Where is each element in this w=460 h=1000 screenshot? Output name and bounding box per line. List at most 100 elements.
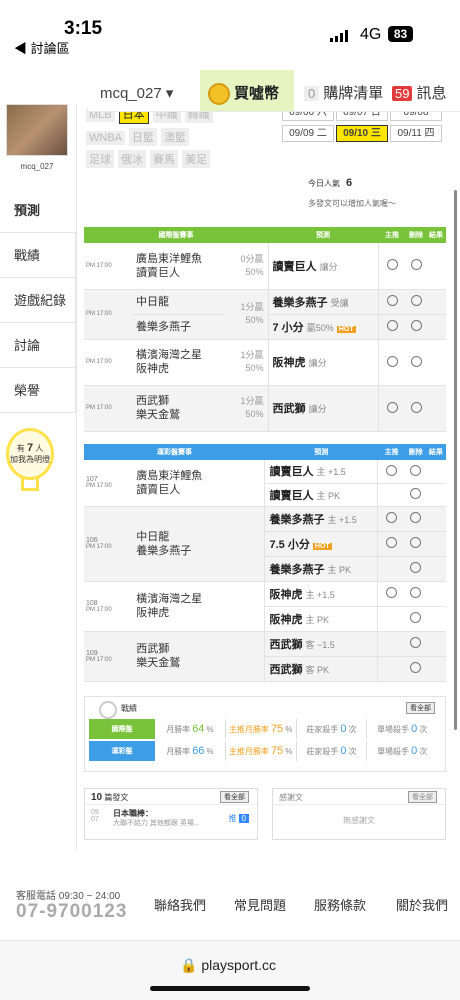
scrollbar[interactable] — [454, 190, 457, 730]
odds: 1分贏 50% — [224, 289, 268, 340]
delete-radio[interactable] — [406, 289, 426, 315]
sidenav-item-honor[interactable]: 榮譽 — [0, 368, 76, 413]
tag-wnba[interactable]: WNBA — [86, 131, 125, 145]
hot-icon: HOT — [312, 542, 332, 550]
url-text: 🔒 playsport.cc — [180, 957, 277, 973]
phone-number[interactable]: 07-9700123 — [16, 901, 127, 923]
delete-radio[interactable] — [406, 243, 426, 290]
main-pick-radio[interactable] — [377, 314, 406, 340]
back-button[interactable]: ◀ 討論區 — [14, 38, 70, 57]
main-pick-radio[interactable] — [377, 506, 406, 532]
game-time: PM 17:00 — [84, 385, 132, 432]
tag-soccer[interactable]: 足球 — [86, 150, 114, 168]
delete-radio[interactable] — [406, 385, 426, 432]
column-header: 預測 — [264, 444, 378, 460]
view-all-button[interactable]: 看全部 — [220, 791, 249, 803]
pick: 養樂多燕子 主 PK — [264, 556, 378, 582]
table-row: PM 17:00 廣島東洋鯉魚 讀賣巨人 0分贏 50% 讀賣巨人 讓分 — [84, 243, 446, 290]
column-header: 結果 — [425, 444, 446, 460]
delete-radio[interactable] — [405, 606, 426, 632]
target-icon — [99, 701, 117, 719]
table-row: PM 17:00 中日龍 1分贏 50% 養樂多燕子 受讓 — [84, 289, 446, 340]
post-item[interactable]: 09 07 日本職棒： 大聯不給力 其他都跟 英場... 推0 — [85, 805, 257, 833]
column-header: 結果 — [426, 227, 446, 243]
popularity-hint: 多發文可以增加人氣喔～ — [308, 199, 396, 208]
lottery-table: 運彩盤賽事 預測 主推 刪除 結果 107 PM 17:00 廣島東洋鯉魚 讀賣巨人… — [84, 444, 446, 682]
pick: 養樂多燕子 受讓 — [267, 289, 378, 315]
lottery-stats-row: 運彩盤 月勝率 66% 主推月勝率 75% 莊家殺手 0 次 單場殺手 0 次 — [89, 741, 437, 761]
view-all-button[interactable]: 看全部 — [406, 702, 435, 714]
delete-radio[interactable] — [405, 531, 426, 557]
game-time: 108 PM 17:00 — [84, 581, 133, 632]
cart-button[interactable]: 0 購牌清單 — [294, 70, 384, 111]
delete-radio[interactable] — [405, 556, 426, 582]
pick: 西武獅 客 PK — [264, 656, 378, 682]
main-pick-radio[interactable] — [377, 243, 406, 290]
pick: 養樂多燕子 主 +1.5 — [264, 506, 378, 532]
table-row: 106 PM 17:00 中日龍 養樂多燕子 養樂多燕子 主 +1.5 — [84, 506, 446, 582]
footer-link-terms[interactable]: 服務條款 — [314, 895, 366, 914]
odds: 1分贏 50% — [224, 339, 268, 386]
result-cell — [426, 243, 446, 290]
posts-panel: 10 篇發文 看全部 09 07 日本職棒： 大聯不給力 其他都跟 英場... 推0 — [84, 788, 258, 840]
game-time: 109 PM 17:00 — [84, 631, 133, 682]
footer-link-contact[interactable]: 聯絡我們 — [154, 895, 206, 914]
delete-radio[interactable] — [405, 581, 426, 607]
table-row: PM 17:00 西武獅 樂天金鷲 1分贏 50% 西武獅 讓分 — [84, 385, 446, 432]
delete-radio[interactable] — [405, 656, 426, 682]
bulb-count: 7 — [26, 442, 34, 454]
main-pick-radio[interactable] — [377, 339, 406, 386]
teams: 橫濱海灣之星 阪神虎 — [132, 581, 265, 632]
sidenav-item-game-log[interactable]: 遊戲紀錄 — [0, 278, 76, 323]
clock: 3:15 — [64, 18, 103, 39]
date-button[interactable]: 09/09 二 — [282, 125, 334, 142]
column-header: 主推 — [378, 227, 406, 243]
delete-radio[interactable] — [405, 460, 426, 484]
lightbulb-badge[interactable]: 有 7 人 加我為明燈 — [6, 428, 54, 491]
delete-radio[interactable] — [405, 483, 426, 507]
message-count: 59 — [392, 86, 413, 101]
tag-khl[interactable]: 俄冰 — [118, 150, 146, 168]
footer-link-about[interactable]: 關於我們 — [396, 895, 448, 914]
tag-jbasket[interactable]: 日籃 — [129, 128, 157, 146]
status-bar: 3:15 ◀ 討論區 4G 83 — [0, 0, 460, 62]
date-button-selected[interactable]: 09/10 三 — [336, 125, 388, 142]
team2: 養樂多燕子 — [132, 314, 224, 340]
date-button[interactable]: 09/11 四 — [390, 125, 442, 142]
buy-coin-button[interactable]: 買噓幣 — [200, 70, 294, 111]
thanks-panel: 感謝文 看全部 無感謝文 — [272, 788, 446, 840]
tag-nfl[interactable]: 美足 — [182, 150, 210, 168]
main-pick-radio[interactable] — [377, 581, 406, 607]
username: mcq_027 — [20, 162, 54, 171]
user-dropdown[interactable]: mcq_027 ▾ — [88, 70, 200, 111]
sidenav-item-discuss[interactable]: 討論 — [0, 323, 76, 368]
pick: 阪神虎 主 PK — [264, 606, 378, 632]
column-header: 刪除 — [405, 444, 426, 460]
message-button[interactable]: 59 訊息 — [384, 70, 460, 111]
delete-radio[interactable] — [405, 631, 426, 657]
url-bar[interactable]: 🔒 playsport.cc — [0, 940, 460, 1000]
intl-stats-row: 國際盤 月勝率 64% 主推月勝率 75% 莊家殺手 0 次 單場殺手 0 次 — [89, 719, 437, 739]
footer-link-faq[interactable]: 常見問題 — [234, 895, 286, 914]
odds: 0分贏 50% — [224, 243, 268, 290]
main-pick-radio[interactable] — [377, 289, 406, 315]
main-pick-radio[interactable] — [377, 531, 406, 557]
tag-aubasket[interactable]: 澳籃 — [161, 128, 189, 146]
delete-radio[interactable] — [406, 339, 426, 386]
sidenav-item-predict[interactable]: 預測 — [0, 188, 76, 233]
sidenav-item-record[interactable]: 戰績 — [0, 233, 76, 278]
main-pick-radio[interactable] — [377, 385, 406, 432]
tag-horse[interactable]: 賽馬 — [150, 150, 178, 168]
delete-radio[interactable] — [406, 314, 426, 340]
empty-text: 無感謝文 — [343, 816, 375, 825]
avatar[interactable] — [6, 104, 68, 156]
game-time: 107 PM 17:00 — [84, 460, 133, 507]
sport-tags: MLB 日本 中職 韓職 WNBA 日籃 澳籃 足球 俄冰 賽馬 美足 — [86, 104, 276, 172]
pick: 西武獅 客 −1.5 — [264, 631, 378, 657]
record-panel: 戰績 看全部 國際盤 月勝率 64% 主推月勝率 75% 莊家殺手 0 次 單場殺手 0 次 … — [84, 696, 446, 772]
main-pick-radio[interactable] — [377, 460, 406, 484]
game-time: 106 PM 17:00 — [84, 506, 133, 582]
delete-radio[interactable] — [405, 506, 426, 532]
teams: 西武獅 樂天金鷲 — [132, 631, 265, 682]
view-all-button[interactable]: 看全部 — [408, 791, 437, 803]
